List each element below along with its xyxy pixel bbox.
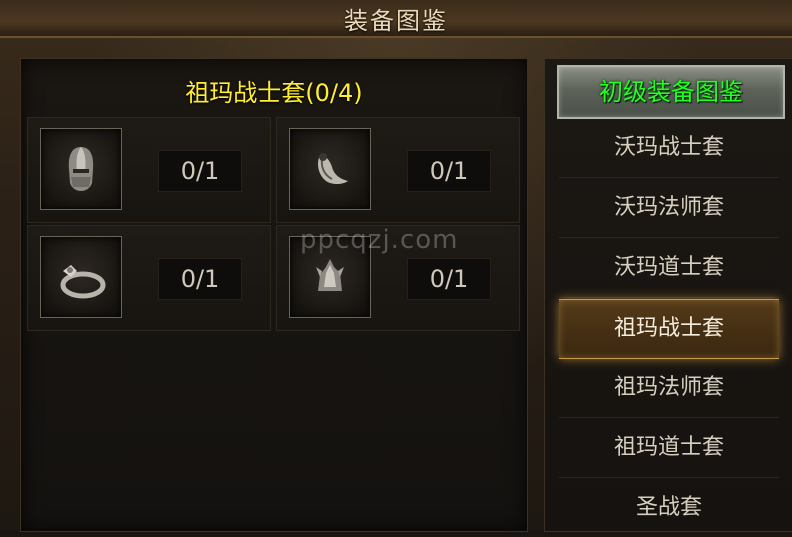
equipment-slot-helmet[interactable]: 0/1: [27, 117, 271, 223]
slot-count: 0/1: [407, 258, 491, 300]
slot-count: 0/1: [158, 258, 242, 300]
set-item[interactable]: 沃玛道士套: [559, 239, 779, 298]
set-item[interactable]: 沃玛法师套: [559, 179, 779, 238]
set-list-panel: 初级装备图鉴 沃玛战士套 沃玛法师套 沃玛道士套 祖玛战士套 祖玛法师套 祖玛道…: [544, 58, 792, 532]
set-detail-panel: 祖玛战士套(0/4) 0/1 0/1 0/1 0/1: [20, 58, 528, 532]
set-item[interactable]: 圣战套: [559, 479, 779, 537]
title-bar: 装备图鉴: [0, 0, 792, 38]
helmet-icon[interactable]: [40, 128, 122, 210]
equipment-slot-ring[interactable]: 0/1: [27, 225, 271, 331]
basic-equipment-catalog-button[interactable]: 初级装备图鉴: [557, 65, 785, 119]
slot-count: 0/1: [407, 150, 491, 192]
set-title: 祖玛战士套(0/4): [185, 79, 363, 107]
necklace-icon[interactable]: [289, 128, 371, 210]
set-item[interactable]: 祖玛道士套: [559, 419, 779, 478]
set-item[interactable]: 沃玛战士套: [559, 119, 779, 178]
window-title: 装备图鉴: [344, 6, 448, 35]
ring-icon[interactable]: [40, 236, 122, 318]
set-item[interactable]: 祖玛法师套: [559, 359, 779, 418]
equipment-slot-necklace[interactable]: 0/1: [276, 117, 520, 223]
game-window: 装备图鉴 祖玛战士套(0/4) 0/1 0/1 0/1 0/1 ppcqzj.c…: [0, 0, 792, 532]
set-item-active[interactable]: 祖玛战士套: [559, 299, 779, 359]
slot-count: 0/1: [158, 150, 242, 192]
watermark: ppcqzj.com: [300, 225, 459, 255]
